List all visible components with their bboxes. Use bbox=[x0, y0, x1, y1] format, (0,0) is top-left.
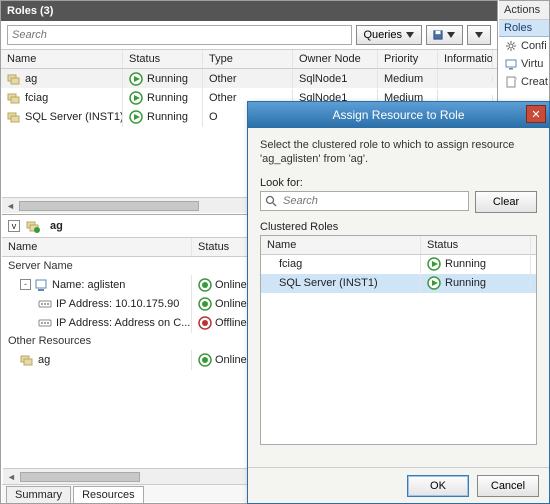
action-create[interactable]: Creat bbox=[499, 73, 549, 91]
action-label: Creat bbox=[521, 76, 548, 88]
col-name[interactable]: Name bbox=[1, 50, 123, 68]
cancel-button[interactable]: Cancel bbox=[477, 475, 539, 497]
resource-icon bbox=[34, 278, 48, 292]
tab-resources[interactable]: Resources bbox=[73, 486, 144, 503]
running-icon bbox=[129, 110, 143, 124]
dlg-col-status[interactable]: Status bbox=[421, 236, 531, 254]
close-icon: ✕ bbox=[531, 108, 540, 121]
dialog-rows: fciagRunningSQL Server (INST1)Running bbox=[261, 255, 536, 293]
save-button[interactable] bbox=[426, 25, 463, 45]
running-icon bbox=[427, 257, 441, 271]
resource-icon bbox=[38, 316, 52, 330]
dialog-titlebar[interactable]: Assign Resource to Role ✕ bbox=[248, 102, 549, 128]
actions-title: Actions bbox=[499, 1, 549, 20]
queries-label: Queries bbox=[363, 29, 402, 41]
dialog-row[interactable]: fciagRunning bbox=[261, 255, 536, 274]
status-icon bbox=[198, 316, 212, 330]
running-icon bbox=[129, 72, 143, 86]
queries-button[interactable]: Queries bbox=[356, 25, 422, 45]
ok-button[interactable]: OK bbox=[407, 475, 469, 497]
dialog-message: Select the clustered role to which to as… bbox=[260, 138, 537, 167]
more-button[interactable] bbox=[467, 25, 491, 45]
dialog-close-button[interactable]: ✕ bbox=[526, 105, 546, 123]
pane-title: Roles (3) bbox=[1, 1, 497, 21]
table-row[interactable]: agRunningOtherSqlNode1Medium bbox=[1, 69, 497, 88]
look-for-label: Look for: bbox=[260, 177, 537, 189]
col-priority[interactable]: Priority bbox=[378, 50, 438, 68]
search-icon bbox=[265, 195, 277, 207]
actions-section: Roles bbox=[499, 20, 549, 37]
dcol-status[interactable]: Status bbox=[192, 238, 252, 256]
dialog-title: Assign Resource to Role bbox=[332, 108, 464, 122]
search-input[interactable] bbox=[7, 25, 352, 45]
dcol-name[interactable]: Name bbox=[2, 238, 192, 256]
dlg-col-name[interactable]: Name bbox=[261, 236, 421, 254]
clustered-roles-label: Clustered Roles bbox=[260, 221, 537, 233]
chevron-down-icon bbox=[405, 30, 415, 40]
dialog-footer: OK Cancel bbox=[248, 467, 549, 503]
dialog-search-input[interactable] bbox=[281, 194, 464, 208]
gear-icon bbox=[505, 40, 517, 52]
action-virtual[interactable]: Virtu bbox=[499, 55, 549, 73]
status-icon bbox=[198, 278, 212, 292]
role-icon bbox=[26, 219, 40, 233]
search-box bbox=[7, 25, 352, 45]
resource-icon bbox=[38, 297, 52, 311]
chevron-down-icon bbox=[446, 30, 456, 40]
dialog-search-box bbox=[260, 191, 469, 211]
clear-button[interactable]: Clear bbox=[475, 191, 537, 213]
tab-summary[interactable]: Summary bbox=[6, 486, 71, 503]
resource-icon bbox=[20, 353, 34, 367]
action-label: Virtu bbox=[521, 58, 543, 70]
clustered-roles-list: Name Status fciagRunningSQL Server (INST… bbox=[260, 235, 537, 445]
col-type[interactable]: Type bbox=[203, 50, 293, 68]
col-owner[interactable]: Owner Node bbox=[293, 50, 378, 68]
dialog-list-header: Name Status bbox=[261, 236, 536, 255]
save-icon bbox=[433, 30, 443, 40]
dialog-row[interactable]: SQL Server (INST1)Running bbox=[261, 274, 536, 293]
toolbar: Queries bbox=[1, 21, 497, 50]
chevron-down-icon bbox=[474, 30, 484, 40]
role-icon bbox=[7, 110, 21, 124]
running-icon bbox=[427, 276, 441, 290]
running-icon bbox=[129, 91, 143, 105]
collapse-button[interactable]: v bbox=[8, 220, 20, 232]
role-icon bbox=[7, 91, 21, 105]
role-icon bbox=[7, 72, 21, 86]
col-info[interactable]: Information bbox=[438, 50, 493, 68]
action-label: Confi bbox=[521, 40, 547, 52]
action-configure[interactable]: Confi bbox=[499, 37, 549, 55]
col-status[interactable]: Status bbox=[123, 50, 203, 68]
detail-title: ag bbox=[50, 220, 63, 232]
vm-icon bbox=[505, 58, 517, 70]
roles-grid-header: Name Status Type Owner Node Priority Inf… bbox=[1, 50, 497, 69]
expander[interactable]: - bbox=[20, 279, 31, 290]
new-icon bbox=[505, 76, 517, 88]
status-icon bbox=[198, 353, 212, 367]
dialog-body: Select the clustered role to which to as… bbox=[248, 128, 549, 467]
status-icon bbox=[198, 297, 212, 311]
assign-resource-dialog: Assign Resource to Role ✕ Select the clu… bbox=[247, 101, 550, 504]
